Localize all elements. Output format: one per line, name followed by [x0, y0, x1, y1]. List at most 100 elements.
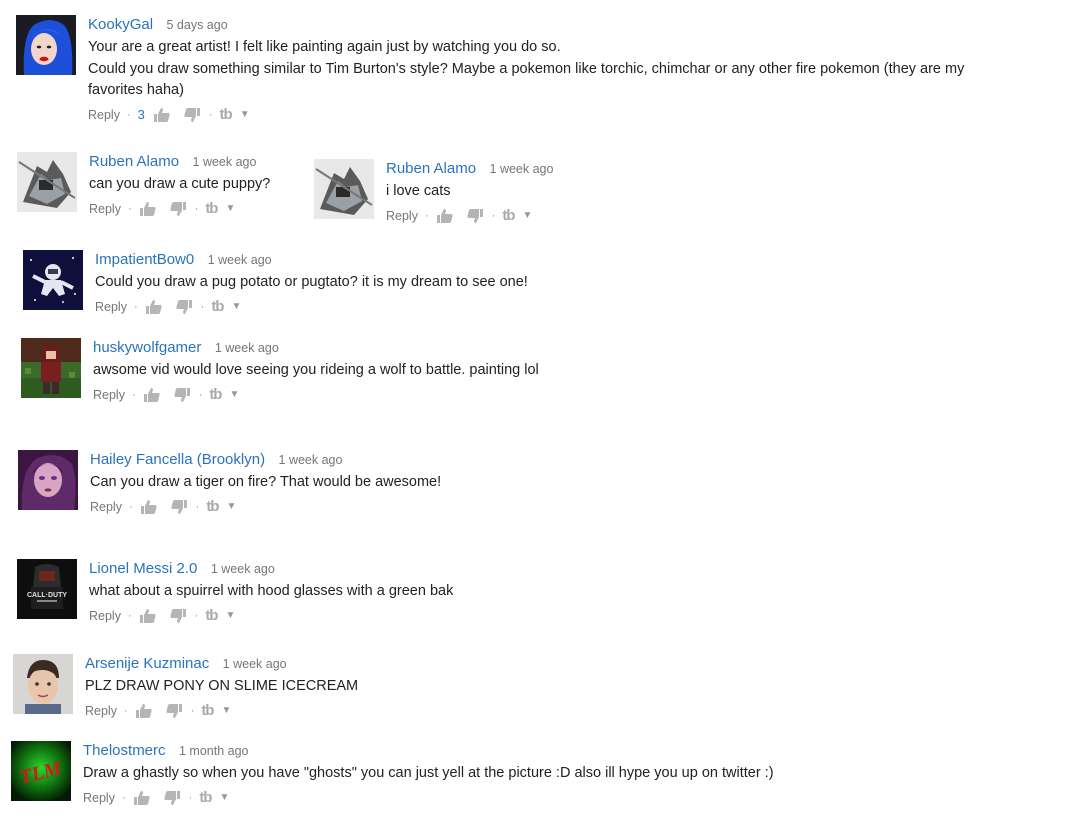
- avatar[interactable]: [17, 152, 77, 212]
- share-tb-icon[interactable]: tb: [206, 498, 219, 515]
- thumbs-down-icon[interactable]: [173, 387, 191, 403]
- comment-text: what about a spuirrel with hood glasses …: [89, 581, 453, 603]
- thumbs-down-icon[interactable]: [175, 299, 193, 315]
- comment-timestamp[interactable]: 1 week ago: [490, 162, 554, 176]
- separator-dot: ·: [127, 609, 132, 622]
- comment-line: Your are a great artist! I felt like pai…: [88, 39, 561, 55]
- share-tb-icon[interactable]: tb: [220, 106, 233, 123]
- separator-dot: ·: [123, 704, 128, 717]
- thumbs-down-icon[interactable]: [165, 703, 183, 719]
- thumbs-up-icon[interactable]: [436, 208, 454, 224]
- author-name[interactable]: KookyGal: [88, 16, 153, 33]
- reply-button[interactable]: Reply: [83, 791, 115, 805]
- avatar[interactable]: [314, 159, 374, 219]
- comment-text: can you draw a cute puppy?: [89, 174, 270, 196]
- comment-line: Could you draw something similar to Tim …: [88, 60, 965, 77]
- comment-timestamp[interactable]: 1 week ago: [215, 341, 279, 355]
- comment-timestamp[interactable]: 5 days ago: [167, 18, 228, 32]
- like-count: 3: [137, 107, 145, 122]
- share-tb-icon[interactable]: tb: [502, 207, 515, 224]
- thumbs-up-icon[interactable]: [139, 201, 157, 217]
- thumbs-down-icon[interactable]: [169, 608, 187, 624]
- thumbs-up-icon[interactable]: [153, 107, 171, 123]
- reply-button[interactable]: Reply: [89, 202, 121, 216]
- call-of-duty-logo-text: CALL·DUTY: [27, 592, 67, 599]
- avatar[interactable]: CALL·DUTY: [17, 559, 77, 619]
- thumbs-down-icon[interactable]: [466, 208, 484, 224]
- comment-text: Can you draw a tiger on fire? That would…: [90, 472, 441, 494]
- separator-dot: ·: [198, 388, 203, 401]
- avatar[interactable]: [13, 654, 73, 714]
- thumbs-up-icon[interactable]: [133, 790, 151, 806]
- chevron-down-icon[interactable]: ▼: [225, 203, 235, 214]
- avatar[interactable]: [18, 450, 78, 510]
- comment-line: i love cats: [386, 183, 451, 199]
- separator-dot: ·: [190, 704, 195, 717]
- comment-timestamp[interactable]: 1 week ago: [193, 155, 257, 169]
- comment-line: PLZ DRAW PONY ON SLIME ICECREAM: [85, 678, 359, 694]
- chevron-down-icon[interactable]: ▼: [226, 501, 236, 512]
- share-tb-icon[interactable]: tb: [201, 702, 214, 719]
- thumbs-down-icon[interactable]: [169, 201, 187, 217]
- separator-dot: ·: [127, 202, 132, 215]
- comment-line: favorites haha): [88, 82, 184, 98]
- share-tb-icon[interactable]: tb: [205, 200, 218, 217]
- separator-dot: ·: [126, 108, 131, 121]
- separator-dot: ·: [128, 500, 133, 513]
- thumbs-down-icon[interactable]: [183, 107, 201, 123]
- share-tb-icon[interactable]: tb: [209, 386, 222, 403]
- author-name[interactable]: Ruben Alamo: [386, 160, 476, 177]
- avatar[interactable]: [23, 250, 83, 310]
- chevron-down-icon[interactable]: ▼: [225, 610, 235, 621]
- thumbs-up-icon[interactable]: [143, 387, 161, 403]
- thumbs-up-icon[interactable]: [145, 299, 163, 315]
- avatar[interactable]: [21, 338, 81, 398]
- separator-dot: ·: [133, 300, 138, 313]
- comment-line: what about a spuirrel with hood glasses …: [89, 583, 454, 599]
- author-name[interactable]: ImpatientBow0: [95, 251, 194, 268]
- avatar[interactable]: [16, 15, 76, 75]
- thumbs-down-icon[interactable]: [170, 499, 188, 515]
- author-name[interactable]: Thelostmerc: [83, 742, 166, 759]
- separator-dot: ·: [195, 500, 200, 513]
- comment-text: awsome vid would love seeing you rideing…: [93, 360, 539, 382]
- thumbs-down-icon[interactable]: [163, 790, 181, 806]
- separator-dot: ·: [208, 108, 213, 121]
- reply-button[interactable]: Reply: [95, 300, 127, 314]
- chevron-down-icon[interactable]: ▼: [229, 389, 239, 400]
- separator-dot: ·: [194, 609, 199, 622]
- thumbs-up-icon[interactable]: [140, 499, 158, 515]
- thumbs-up-icon[interactable]: [135, 703, 153, 719]
- author-name[interactable]: Ruben Alamo: [89, 153, 179, 170]
- share-tb-icon[interactable]: tb: [199, 789, 212, 806]
- reply-button[interactable]: Reply: [93, 388, 125, 402]
- separator-dot: ·: [121, 791, 126, 804]
- avatar[interactable]: TLM: [11, 741, 71, 801]
- separator-dot: ·: [131, 388, 136, 401]
- reply-button[interactable]: Reply: [386, 209, 418, 223]
- comment-timestamp[interactable]: 1 week ago: [208, 253, 272, 267]
- chevron-down-icon[interactable]: ▼: [231, 301, 241, 312]
- reply-button[interactable]: Reply: [89, 609, 121, 623]
- author-name[interactable]: Hailey Fancella (Brooklyn): [90, 451, 265, 468]
- thumbs-up-icon[interactable]: [139, 608, 157, 624]
- chevron-down-icon[interactable]: ▼: [240, 109, 250, 120]
- reply-button[interactable]: Reply: [85, 704, 117, 718]
- chevron-down-icon[interactable]: ▼: [221, 705, 231, 716]
- comment-text: Your are a great artist! I felt like pai…: [88, 37, 964, 102]
- reply-button[interactable]: Reply: [88, 108, 120, 122]
- comment-text: PLZ DRAW PONY ON SLIME ICECREAM: [85, 676, 358, 698]
- comment-timestamp[interactable]: 1 week ago: [279, 453, 343, 467]
- comment-timestamp[interactable]: 1 week ago: [211, 562, 275, 576]
- author-name[interactable]: Lionel Messi 2.0: [89, 560, 197, 577]
- reply-button[interactable]: Reply: [90, 500, 122, 514]
- author-name[interactable]: Arsenije Kuzminac: [85, 655, 209, 672]
- chevron-down-icon[interactable]: ▼: [219, 792, 229, 803]
- chevron-down-icon[interactable]: ▼: [522, 210, 532, 221]
- comment-timestamp[interactable]: 1 month ago: [179, 744, 249, 758]
- share-tb-icon[interactable]: tb: [205, 607, 218, 624]
- share-tb-icon[interactable]: tb: [211, 298, 224, 315]
- comment-line: Could you draw a pug potato or pugtato? …: [95, 274, 528, 290]
- comment-timestamp[interactable]: 1 week ago: [223, 657, 287, 671]
- author-name[interactable]: huskywolfgamer: [93, 339, 201, 356]
